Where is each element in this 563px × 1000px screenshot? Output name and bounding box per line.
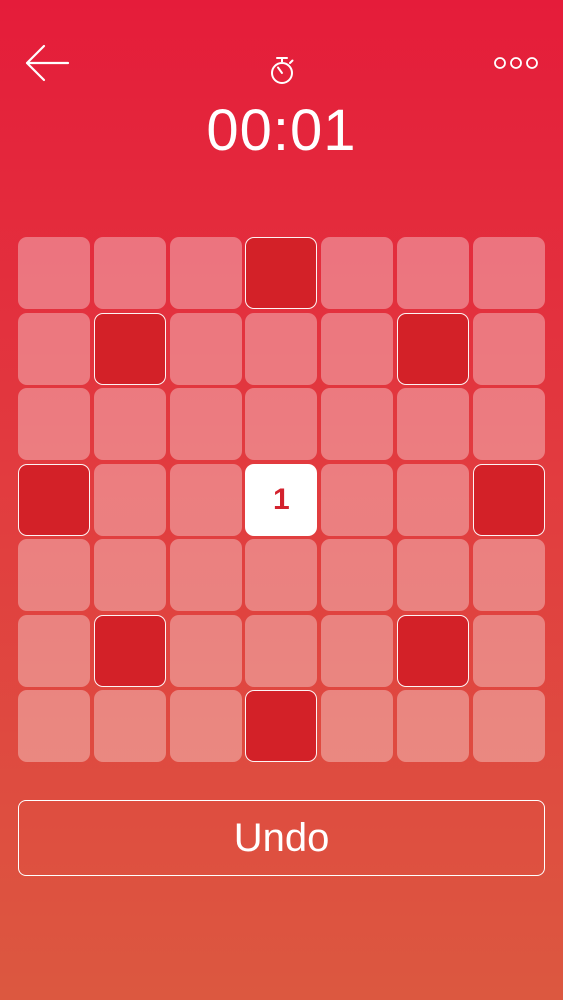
board-cell[interactable] [18, 312, 90, 385]
arrow-left-icon [25, 44, 70, 82]
board-cell[interactable] [93, 539, 166, 611]
board-cell[interactable] [169, 539, 242, 611]
board-cell-filled[interactable] [245, 690, 318, 762]
timer-display: 00:01 [206, 98, 357, 163]
board-cell[interactable] [321, 388, 394, 460]
board-cell[interactable] [396, 539, 469, 611]
ellipsis-icon [494, 57, 538, 69]
board-cell[interactable] [321, 614, 394, 687]
board-cell[interactable] [472, 539, 545, 611]
board-cell[interactable] [321, 690, 394, 762]
board-cell[interactable] [321, 312, 394, 385]
board-cell[interactable] [321, 539, 394, 611]
board-cell[interactable] [169, 312, 242, 385]
board-cell[interactable] [321, 237, 394, 309]
board-cell[interactable] [93, 690, 166, 762]
board-cell-filled[interactable] [396, 312, 469, 385]
board-cell[interactable] [472, 237, 545, 309]
board-cell[interactable] [396, 463, 469, 536]
board-cell-filled[interactable] [396, 614, 469, 687]
board-cell[interactable] [18, 539, 90, 611]
board-cell-filled[interactable] [93, 312, 166, 385]
board-cell[interactable] [93, 388, 166, 460]
stopwatch-icon [268, 56, 296, 86]
board-cell[interactable] [245, 312, 318, 385]
board-cell[interactable] [472, 312, 545, 385]
top-bar [0, 0, 563, 100]
board-cell[interactable] [472, 388, 545, 460]
board-cell[interactable] [169, 690, 242, 762]
board-cell[interactable] [93, 463, 166, 536]
board-cell[interactable] [396, 388, 469, 460]
board-cell[interactable] [18, 690, 90, 762]
board-cell-filled[interactable] [472, 463, 545, 536]
more-button[interactable] [490, 50, 542, 76]
board-cell[interactable] [396, 237, 469, 309]
board-cell[interactable] [169, 388, 242, 460]
board-cell[interactable] [169, 463, 242, 536]
board-cell[interactable] [321, 463, 394, 536]
board-cell-active[interactable]: 1 [245, 463, 318, 536]
board-cell[interactable] [472, 690, 545, 762]
board-cell[interactable] [18, 614, 90, 687]
board-cell-filled[interactable] [245, 237, 318, 309]
board-cell-filled[interactable] [18, 463, 90, 536]
board-cell[interactable] [169, 237, 242, 309]
board-cell[interactable] [245, 539, 318, 611]
back-button[interactable] [22, 42, 72, 86]
board-cell-filled[interactable] [93, 614, 166, 687]
cell-number: 1 [273, 482, 290, 516]
board-cell[interactable] [396, 690, 469, 762]
undo-button[interactable]: Undo [18, 800, 545, 876]
game-board: 1 [18, 237, 545, 762]
board-cell[interactable] [169, 614, 242, 687]
board-cell[interactable] [18, 237, 90, 309]
board-cell[interactable] [18, 388, 90, 460]
board-cell[interactable] [93, 237, 166, 309]
board-cell[interactable] [245, 388, 318, 460]
board-cell[interactable] [472, 614, 545, 687]
board-cell[interactable] [245, 614, 318, 687]
